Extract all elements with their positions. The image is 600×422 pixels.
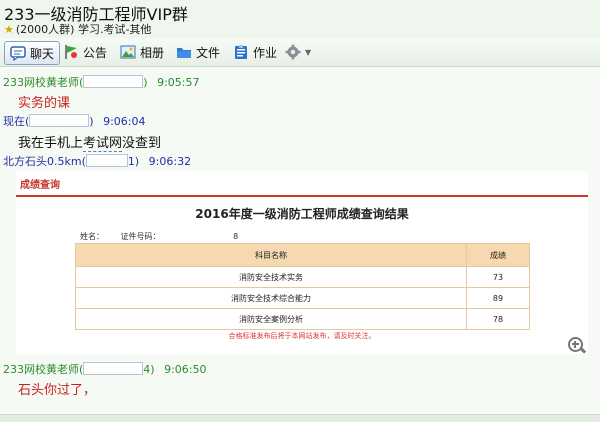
message-text-part: 没查到 <box>122 136 162 151</box>
photo-icon <box>120 44 136 60</box>
id-value: 8 <box>233 232 239 241</box>
sender-id-redacted <box>83 75 144 88</box>
message-time: 9:05:57 <box>157 76 200 89</box>
flag-icon <box>63 44 79 60</box>
message-text: 石头你过了， <box>18 383 97 398</box>
candidate-info: 姓名： 证件号码： 8 <box>80 231 238 242</box>
tab-notice[interactable]: 公告 <box>63 41 107 63</box>
clipboard-icon <box>233 44 249 60</box>
id-label: 证件号码： <box>120 232 161 241</box>
score-cell: 78 <box>466 308 530 330</box>
message-text: 实务的课 <box>18 96 71 111</box>
chat-area: 233网校黄老师() 9:05:57 实务的课 现在() 9:06:04 我在手… <box>0 67 600 422</box>
message-sender: 233网校黄老师() 9:05:57 <box>3 74 200 90</box>
window-header: 233一级消防工程师VIP群 ★ (2000人群) 学习.考试-其他 <box>0 0 600 38</box>
sender-id-redacted <box>83 362 144 375</box>
message-time: 9:06:50 <box>164 363 207 376</box>
message-sender: 233网校黄老师( 4) 9:06:50 <box>3 361 207 377</box>
group-subtitle: ★ (2000人群) 学习.考试-其他 <box>4 21 151 37</box>
sender-id-redacted <box>29 114 90 127</box>
group-info: (2000人群) 学习.考试-其他 <box>15 23 152 36</box>
tab-homework[interactable]: 作业 <box>233 41 277 63</box>
message-sender: 北方石头0.5km( 1) 9:06:32 <box>3 153 191 169</box>
tab-files[interactable]: 文件 <box>176 41 220 63</box>
chevron-down-icon: ▼ <box>305 47 312 57</box>
sender-id-redacted <box>85 154 128 167</box>
table-row: 消防安全技术实务 73 <box>75 266 530 288</box>
result-title: 2016年度一级消防工程师成绩查询结果 <box>195 207 409 221</box>
sender-name: 233网校黄老师( <box>3 363 84 376</box>
subject-cell: 消防安全技术综合能力 <box>75 287 467 309</box>
column-header: 科目名称 <box>75 243 467 267</box>
toolbar: 聊天 公告 相册 文件 作业 ▼ <box>0 38 600 67</box>
tab-album[interactable]: 相册 <box>120 41 164 63</box>
tab-files-label: 文件 <box>196 45 221 60</box>
tab-album-label: 相册 <box>140 45 165 60</box>
sender-name: 233网校黄老师( <box>3 76 84 89</box>
sender-name-end: 1) <box>127 155 140 168</box>
result-header-label: 成绩查询 <box>20 180 60 191</box>
table-row: 消防安全案例分析 78 <box>75 308 530 330</box>
tab-notice-label: 公告 <box>83 45 108 60</box>
settings-menu[interactable]: ▼ <box>285 41 311 63</box>
sender-name: 现在( <box>3 115 30 128</box>
sender-name-end: 4) <box>143 363 155 376</box>
gear-icon <box>285 44 301 60</box>
subject-cell: 消防安全案例分析 <box>75 308 467 330</box>
tab-homework-label: 作业 <box>253 45 278 60</box>
sender-name-end: ) <box>89 115 94 128</box>
score-table: 科目名称 成绩 消防安全技术实务 73 消防安全技术综合能力 89 消防安全案例… <box>75 243 530 330</box>
name-label: 姓名： <box>80 232 104 241</box>
tab-chat[interactable]: 聊天 <box>4 41 61 65</box>
shared-image[interactable]: 成绩查询 2016年度一级消防工程师成绩查询结果 姓名： 证件号码： 8 科目名… <box>16 171 588 354</box>
score-cell: 89 <box>466 287 530 309</box>
chat-bubble-icon <box>10 45 26 62</box>
message-link[interactable]: 考试网 <box>83 136 123 152</box>
table-row: 消防安全技术综合能力 89 <box>75 287 530 309</box>
star-icon: ★ <box>4 23 14 36</box>
folder-icon <box>176 44 192 60</box>
zoom-handle <box>579 347 587 354</box>
sender-name-end: ) <box>143 76 148 89</box>
result-note: 合格标准发布后将于本网站发布，请及时关注。 <box>228 332 376 340</box>
message-text-part: 我在手机上 <box>18 136 84 151</box>
message-sender: 现在() 9:06:04 <box>3 113 146 129</box>
result-header: 成绩查询 <box>16 171 588 197</box>
message-time: 9:06:04 <box>103 115 146 128</box>
column-header: 成绩 <box>466 243 530 267</box>
score-cell: 73 <box>466 266 530 288</box>
message-text: 我在手机上考试网没查到 <box>18 132 162 152</box>
subject-cell: 消防安全技术实务 <box>75 266 467 288</box>
tab-chat-label: 聊天 <box>30 46 55 61</box>
sender-name: 北方石头0.5km( <box>3 155 86 168</box>
table-header-row: 科目名称 成绩 <box>75 243 530 267</box>
message-time: 9:06:32 <box>148 155 192 168</box>
